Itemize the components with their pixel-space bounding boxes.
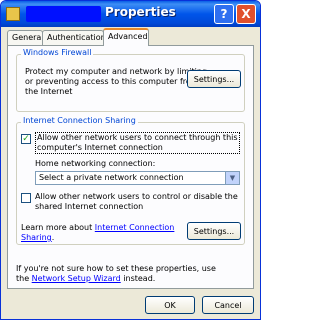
home-networking-value: Select a private network connection bbox=[39, 173, 184, 182]
firewall-legend: Windows Firewall bbox=[21, 48, 94, 57]
network-setup-wizard-link[interactable]: Network Setup Wizard bbox=[32, 274, 121, 283]
firewall-desc-line2: or preventing access to this computer fr… bbox=[25, 77, 199, 86]
allow-control-line2[interactable]: shared Internet connection bbox=[35, 202, 143, 212]
tab-general[interactable]: General bbox=[7, 30, 44, 45]
allow-connect-checkbox[interactable]: ✓ bbox=[21, 134, 31, 144]
ics-help-link-cont[interactable]: Sharing bbox=[21, 233, 52, 242]
network-connection-icon[interactable] bbox=[6, 7, 20, 21]
chevron-down-icon[interactable]: ▼ bbox=[225, 172, 239, 184]
allow-connect-line2: computer's Internet connection bbox=[37, 143, 163, 152]
learn-more-suffix: . bbox=[51, 233, 55, 242]
cancel-button[interactable]: Cancel bbox=[202, 296, 254, 314]
tab-authentication[interactable]: Authentication bbox=[42, 30, 106, 45]
ics-help-link[interactable]: Internet Connection bbox=[95, 223, 175, 232]
tab-panel-advanced: Windows Firewall Protect my computer and… bbox=[7, 45, 254, 289]
footer-line1: If you're not sure how to set these prop… bbox=[16, 264, 216, 273]
learn-more-line1: Learn more about Internet Connection bbox=[21, 223, 174, 233]
help-button[interactable]: ? bbox=[214, 4, 234, 24]
check-icon: ✓ bbox=[22, 134, 30, 144]
allow-control-checkbox[interactable] bbox=[21, 193, 31, 203]
allow-connect-label[interactable]: Allow other network users to connect thr… bbox=[35, 132, 240, 154]
close-button[interactable]: X bbox=[236, 4, 256, 24]
firewall-desc-line3: the Internet bbox=[25, 87, 73, 96]
footer-line2: the Network Setup Wizard instead. bbox=[16, 274, 155, 284]
home-networking-select[interactable]: Select a private network connection ▼ bbox=[35, 171, 240, 185]
firewall-group: Windows Firewall Protect my computer and… bbox=[16, 48, 245, 112]
title-bar: Properties ? X bbox=[1, 1, 260, 27]
footer-prefix: the bbox=[16, 274, 32, 283]
properties-window: Properties ? X General Authentication Ad… bbox=[0, 0, 261, 320]
ics-settings-button[interactable]: Settings... bbox=[187, 222, 241, 240]
learn-more-prefix: Learn more about bbox=[21, 223, 95, 232]
learn-more-line2: Sharing. bbox=[21, 233, 54, 243]
redacted-connection-name bbox=[26, 6, 101, 22]
firewall-desc-line1: Protect my computer and network by limit… bbox=[25, 67, 207, 76]
ics-legend: Internet Connection Sharing bbox=[21, 116, 138, 125]
footer-suffix: instead. bbox=[120, 274, 156, 283]
window-title: Properties bbox=[105, 5, 176, 19]
allow-control-line1[interactable]: Allow other network users to control or … bbox=[35, 192, 238, 202]
firewall-settings-button[interactable]: Settings... bbox=[187, 70, 241, 88]
home-networking-label: Home networking connection: bbox=[35, 159, 156, 168]
allow-connect-line1: Allow other network users to connect thr… bbox=[37, 133, 238, 142]
tab-advanced[interactable]: Advanced bbox=[103, 28, 149, 46]
ics-group: Internet Connection Sharing ✓ Allow othe… bbox=[16, 116, 245, 245]
ok-button[interactable]: OK bbox=[145, 296, 195, 314]
